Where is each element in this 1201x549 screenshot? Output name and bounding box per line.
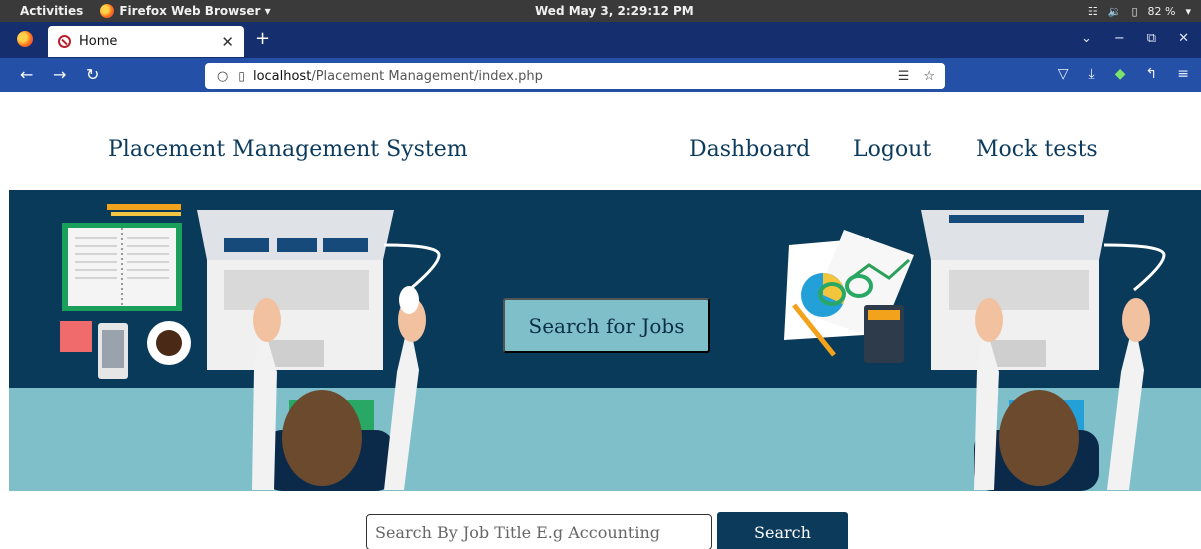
menu-icon[interactable]: ≡	[1177, 66, 1189, 82]
laptop-icon	[921, 210, 1109, 370]
nav-logout[interactable]: Logout	[853, 137, 931, 162]
site-brand[interactable]: Placement Management System	[108, 137, 468, 162]
nav-dashboard[interactable]: Dashboard	[689, 137, 810, 162]
tab-title: Home	[79, 34, 118, 49]
activities-button[interactable]: Activities	[0, 4, 83, 18]
url-text[interactable]: localhost/Placement Management/index.php	[253, 69, 543, 84]
tracking-shield-icon[interactable]: ○	[217, 69, 228, 84]
window-controls: ⌄ − ⧉ ✕	[1081, 31, 1189, 46]
system-tray[interactable]: ☷ 🔉 ▯ 82 % ▾	[1088, 5, 1191, 18]
close-tab-icon[interactable]: ✕	[221, 33, 234, 51]
battery-percent: 82 %	[1147, 4, 1176, 18]
close-window-icon[interactable]: ✕	[1178, 31, 1189, 46]
pocket-icon[interactable]: ▽	[1058, 66, 1069, 82]
search-for-jobs-button[interactable]: Search for Jobs	[503, 298, 710, 353]
restore-icon[interactable]: ⧉	[1147, 31, 1156, 46]
tab-favicon-icon	[58, 35, 71, 48]
extension-icon[interactable]: ◆	[1115, 66, 1126, 82]
forward-icon[interactable]: →	[53, 65, 66, 84]
downloads-icon[interactable]: ⤓	[1089, 66, 1095, 82]
page-info-icon[interactable]: ▯	[238, 69, 245, 83]
toolbar-right: ▽ ⤓ ◆ ↰ ≡	[1058, 66, 1189, 82]
documents-icon	[784, 230, 914, 363]
laptop-icon	[197, 210, 394, 370]
app-name: Firefox Web Browser ▾	[119, 4, 271, 18]
url-host: localhost	[252, 68, 312, 84]
navigation-toolbar: ← → ↻ ○ ▯ localhost/Placement Management…	[0, 58, 1201, 92]
url-path: /Placement Management/index.php	[311, 68, 543, 84]
chevron-down-icon: ▾	[1185, 4, 1191, 18]
volume-icon: 🔉	[1107, 4, 1122, 18]
clock[interactable]: Wed May 3, 2:29:12 PM	[535, 4, 694, 18]
reader-view-icon[interactable]: ☰	[898, 69, 910, 84]
share-icon[interactable]: ↰	[1146, 66, 1158, 82]
minimize-icon[interactable]: −	[1114, 31, 1125, 46]
notebook-icon	[62, 204, 182, 311]
job-search-input[interactable]	[366, 514, 712, 549]
new-tab-icon[interactable]: +	[255, 28, 270, 49]
nav-mock-tests[interactable]: Mock tests	[976, 137, 1098, 162]
network-icon: ☷	[1087, 4, 1098, 18]
url-bar[interactable]: ○ ▯ localhost/Placement Management/index…	[205, 63, 945, 89]
search-button[interactable]: Search	[717, 512, 848, 549]
bookmark-star-icon[interactable]: ☆	[923, 69, 935, 84]
sticky-note-icon	[60, 321, 92, 352]
reload-icon[interactable]: ↻	[86, 65, 99, 84]
list-tabs-icon[interactable]: ⌄	[1081, 31, 1092, 46]
app-menu[interactable]: Firefox Web Browser ▾	[100, 4, 271, 18]
os-top-bar: Activities Firefox Web Browser ▾ Wed May…	[0, 0, 1201, 22]
firefox-view-icon[interactable]	[17, 31, 33, 47]
battery-icon: ▯	[1131, 4, 1138, 18]
tab-home[interactable]: Home ✕	[48, 26, 244, 57]
back-icon[interactable]: ←	[20, 65, 33, 84]
firefox-icon	[100, 4, 115, 18]
tab-strip: Home ✕ + ⌄ − ⧉ ✕	[0, 22, 1201, 58]
